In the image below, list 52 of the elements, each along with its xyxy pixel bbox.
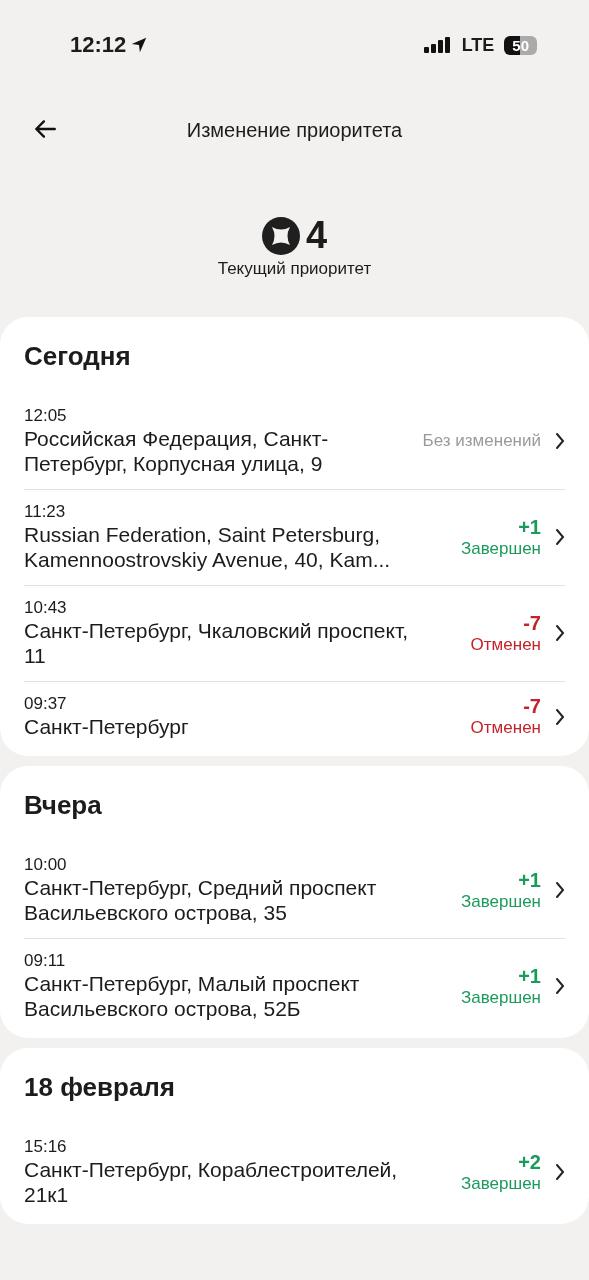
chevron-icon <box>555 528 565 546</box>
item-time: 09:11 <box>24 951 67 971</box>
item-status: Завершен <box>461 538 541 559</box>
chevron-icon <box>555 707 565 726</box>
section-title: 18 февраля <box>24 1072 177 1103</box>
item-time: 11:23 <box>24 502 67 522</box>
item-status: Отменен <box>470 634 541 655</box>
history-item[interactable]: 09:37 Санкт-Петербург -7 Отменен <box>24 682 565 752</box>
page-title: Изменение приоритета <box>186 118 403 142</box>
priority-change: -7 <box>523 611 541 635</box>
item-address: Санкт-Петербург, Малый проспект Васильевского острова, 52Б <box>24 971 361 1021</box>
history-item[interactable]: 15:16 Санкт-Петербург, Кораблестроителей, 21к1 +2 Завершен <box>24 1125 565 1220</box>
priority-change: +2 <box>518 1150 541 1174</box>
network-label: LTE <box>461 34 495 56</box>
history-item[interactable]: 10:00 Санкт-Петербург, Средний проспект Васильевского острова, 35 +1 Завершен <box>24 843 565 939</box>
signal-icon <box>423 37 452 53</box>
priority-value: 4 <box>305 214 328 257</box>
item-address: Санкт-Петербург <box>24 714 190 739</box>
chevron-icon <box>555 881 565 899</box>
item-status: Без изменений <box>422 431 541 451</box>
item-address: Санкт-Петербург, Чкаловский проспект, 11 <box>24 618 410 668</box>
status-time: 12:12 <box>70 32 127 58</box>
item-address: Российская Федерация, Санкт-Петербург, Корпусная улица, 9 <box>24 426 330 476</box>
section-title: Вчера <box>24 790 103 821</box>
item-time: 10:00 <box>24 855 68 875</box>
history-item[interactable]: 09:11 Санкт-Петербург, Малый проспект Васильевского острова, 52Б +1 Завершен <box>24 939 565 1034</box>
priority-badge-icon <box>261 216 300 255</box>
item-time: 12:05 <box>24 406 68 426</box>
section-title: Сегодня <box>24 341 132 372</box>
item-status: Завершен <box>461 1173 541 1194</box>
item-address: Russian Federation, Saint Petersburg, Kamennoostrovskiy Avenue, 40, Kam... <box>24 522 392 572</box>
chevron-icon <box>555 977 565 995</box>
priority-change: +1 <box>518 515 541 539</box>
item-address: Санкт-Петербург, Кораблестроителей, 21к1 <box>24 1157 399 1207</box>
chevron-icon <box>555 624 565 642</box>
item-status: Завершен <box>461 987 541 1008</box>
item-time: 15:16 <box>24 1137 68 1157</box>
item-address: Санкт-Петербург, Средний проспект Васильевского острова, 35 <box>24 875 378 925</box>
item-status: Отменен <box>470 718 541 738</box>
priority-label: Текущий приоритет <box>217 259 372 279</box>
chevron-icon <box>555 1163 565 1181</box>
history-item[interactable]: 11:23 Russian Federation, Saint Petersburg, Kamennoostrovskiy Avenue, 40, Kam... +1 Завершен <box>24 490 565 586</box>
item-time: 10:43 <box>24 598 68 618</box>
priority-change: -7 <box>523 695 541 718</box>
history-item[interactable]: 10:43 Санкт-Петербург, Чкаловский проспект, 11 -7 Отменен <box>24 586 565 682</box>
history-item[interactable]: 12:05 Российская Федерация, Санкт-Петербург, Корпусная улица, 9 Без изменений <box>24 394 565 490</box>
item-status: Завершен <box>461 891 541 912</box>
chevron-icon <box>555 432 565 450</box>
priority-change: +1 <box>518 964 541 988</box>
priority-change: +1 <box>518 868 541 892</box>
item-time: 09:37 <box>24 694 68 714</box>
location-arrow-icon <box>130 36 149 54</box>
